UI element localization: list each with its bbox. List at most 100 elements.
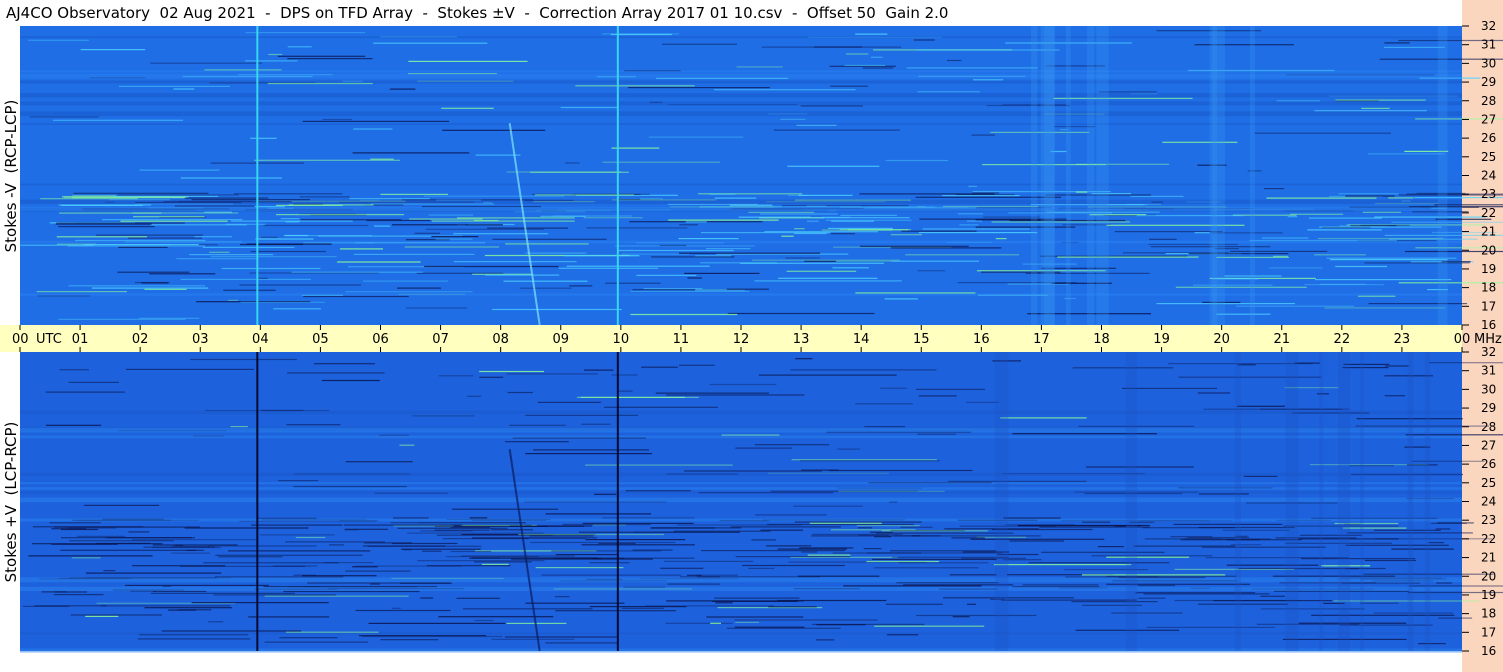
noise-streak (223, 289, 276, 291)
noise-streak (1138, 584, 1176, 587)
noise-streak (866, 560, 940, 563)
noise-streak (829, 65, 896, 67)
noise-streak (1197, 392, 1231, 394)
noise-streak (1436, 582, 1453, 584)
time-tick-label: 10 (613, 332, 630, 347)
noise-streak (578, 531, 635, 533)
noise-band (20, 410, 1462, 415)
noise-streak (890, 234, 922, 236)
noise-streak (812, 533, 903, 535)
noise-band (20, 73, 1462, 79)
noise-streak (84, 244, 199, 246)
noise-streak (1355, 425, 1490, 427)
noise-band (20, 70, 1462, 73)
noise-streak (662, 43, 737, 45)
noise-streak (1360, 602, 1399, 604)
noise-streak (291, 271, 424, 273)
noise-streak (1314, 110, 1427, 112)
time-tick-label: 22 (1334, 332, 1351, 347)
noise-streak (799, 460, 940, 462)
noise-streak (1053, 97, 1193, 99)
noise-streak (660, 567, 704, 569)
noise-streak (971, 134, 995, 136)
noise-streak (540, 215, 586, 217)
noise-band (20, 206, 1462, 212)
noise-streak (832, 267, 869, 269)
noise-streak (434, 529, 490, 531)
noise-streak (280, 218, 300, 220)
noise-streak (361, 635, 503, 638)
noise-streak (957, 282, 1077, 284)
noise-streak (264, 595, 409, 597)
noise-streak (355, 609, 451, 612)
noise-streak (254, 159, 401, 161)
freq-tick-label: 20 (1481, 243, 1496, 257)
freq-tick-label: 26 (1481, 457, 1496, 471)
noise-streak (621, 607, 664, 609)
noise-streak (1091, 555, 1213, 557)
noise-streak (144, 288, 187, 290)
noise-streak (441, 107, 494, 109)
noise-streak (714, 89, 856, 91)
noise-streak (1361, 107, 1390, 109)
noise-band (20, 518, 1462, 522)
noise-streak (276, 214, 404, 216)
noise-streak (392, 607, 401, 609)
noise-streak (813, 46, 863, 48)
noise-streak (472, 537, 598, 539)
noise-streak (558, 267, 659, 269)
noise-streak (835, 260, 979, 262)
noise-streak (760, 213, 838, 215)
noise-streak (390, 522, 419, 524)
noise-streak (630, 313, 738, 316)
time-tick-label: 21 (1273, 332, 1290, 347)
noise-streak (343, 524, 463, 526)
noise-streak (73, 192, 209, 194)
noise-streak (189, 254, 274, 256)
noise-streak (605, 282, 661, 284)
noise-streak (791, 459, 937, 461)
noise-streak (414, 232, 440, 234)
noise-streak (584, 369, 614, 371)
noise-streak (1269, 267, 1323, 269)
noise-streak (993, 564, 1132, 566)
noise-streak (533, 449, 649, 451)
freq-tick-label: 31 (1481, 38, 1496, 52)
noise-streak (1001, 599, 1137, 601)
noise-streak (479, 376, 504, 378)
noise-streak (1391, 548, 1454, 550)
noise-streak (506, 373, 598, 375)
noise-streak (69, 540, 174, 542)
noise-streak (966, 401, 999, 403)
freq-tick-label: 25 (1481, 476, 1496, 490)
noise-streak (404, 246, 500, 248)
noise-streak (1178, 376, 1322, 378)
noise-streak (843, 585, 982, 587)
noise-streak (80, 49, 146, 51)
noise-streak (655, 392, 769, 394)
noise-streak (1003, 559, 1042, 561)
noise-streak (780, 118, 806, 120)
noise-streak (85, 572, 222, 574)
noise-streak (1146, 626, 1275, 628)
noise-streak (118, 246, 168, 248)
noise-streak (1041, 551, 1165, 553)
noise-streak (648, 136, 744, 138)
noise-streak (1428, 542, 1444, 544)
noise-streak (560, 106, 618, 109)
noise-streak (766, 545, 812, 547)
noise-streak (1343, 363, 1390, 365)
noise-streak (1136, 215, 1244, 217)
noise-streak (885, 159, 949, 162)
noise-streak (917, 433, 957, 435)
noise-streak (393, 517, 429, 519)
noise-streak (1298, 622, 1407, 624)
noise-streak (787, 165, 880, 167)
noise-streak (204, 69, 282, 71)
noise-streak (990, 131, 1090, 133)
noise-streak (246, 243, 332, 245)
noise-streak (535, 194, 635, 196)
noise-streak (34, 605, 107, 607)
noise-streak (487, 227, 568, 229)
noise-streak (564, 255, 640, 257)
